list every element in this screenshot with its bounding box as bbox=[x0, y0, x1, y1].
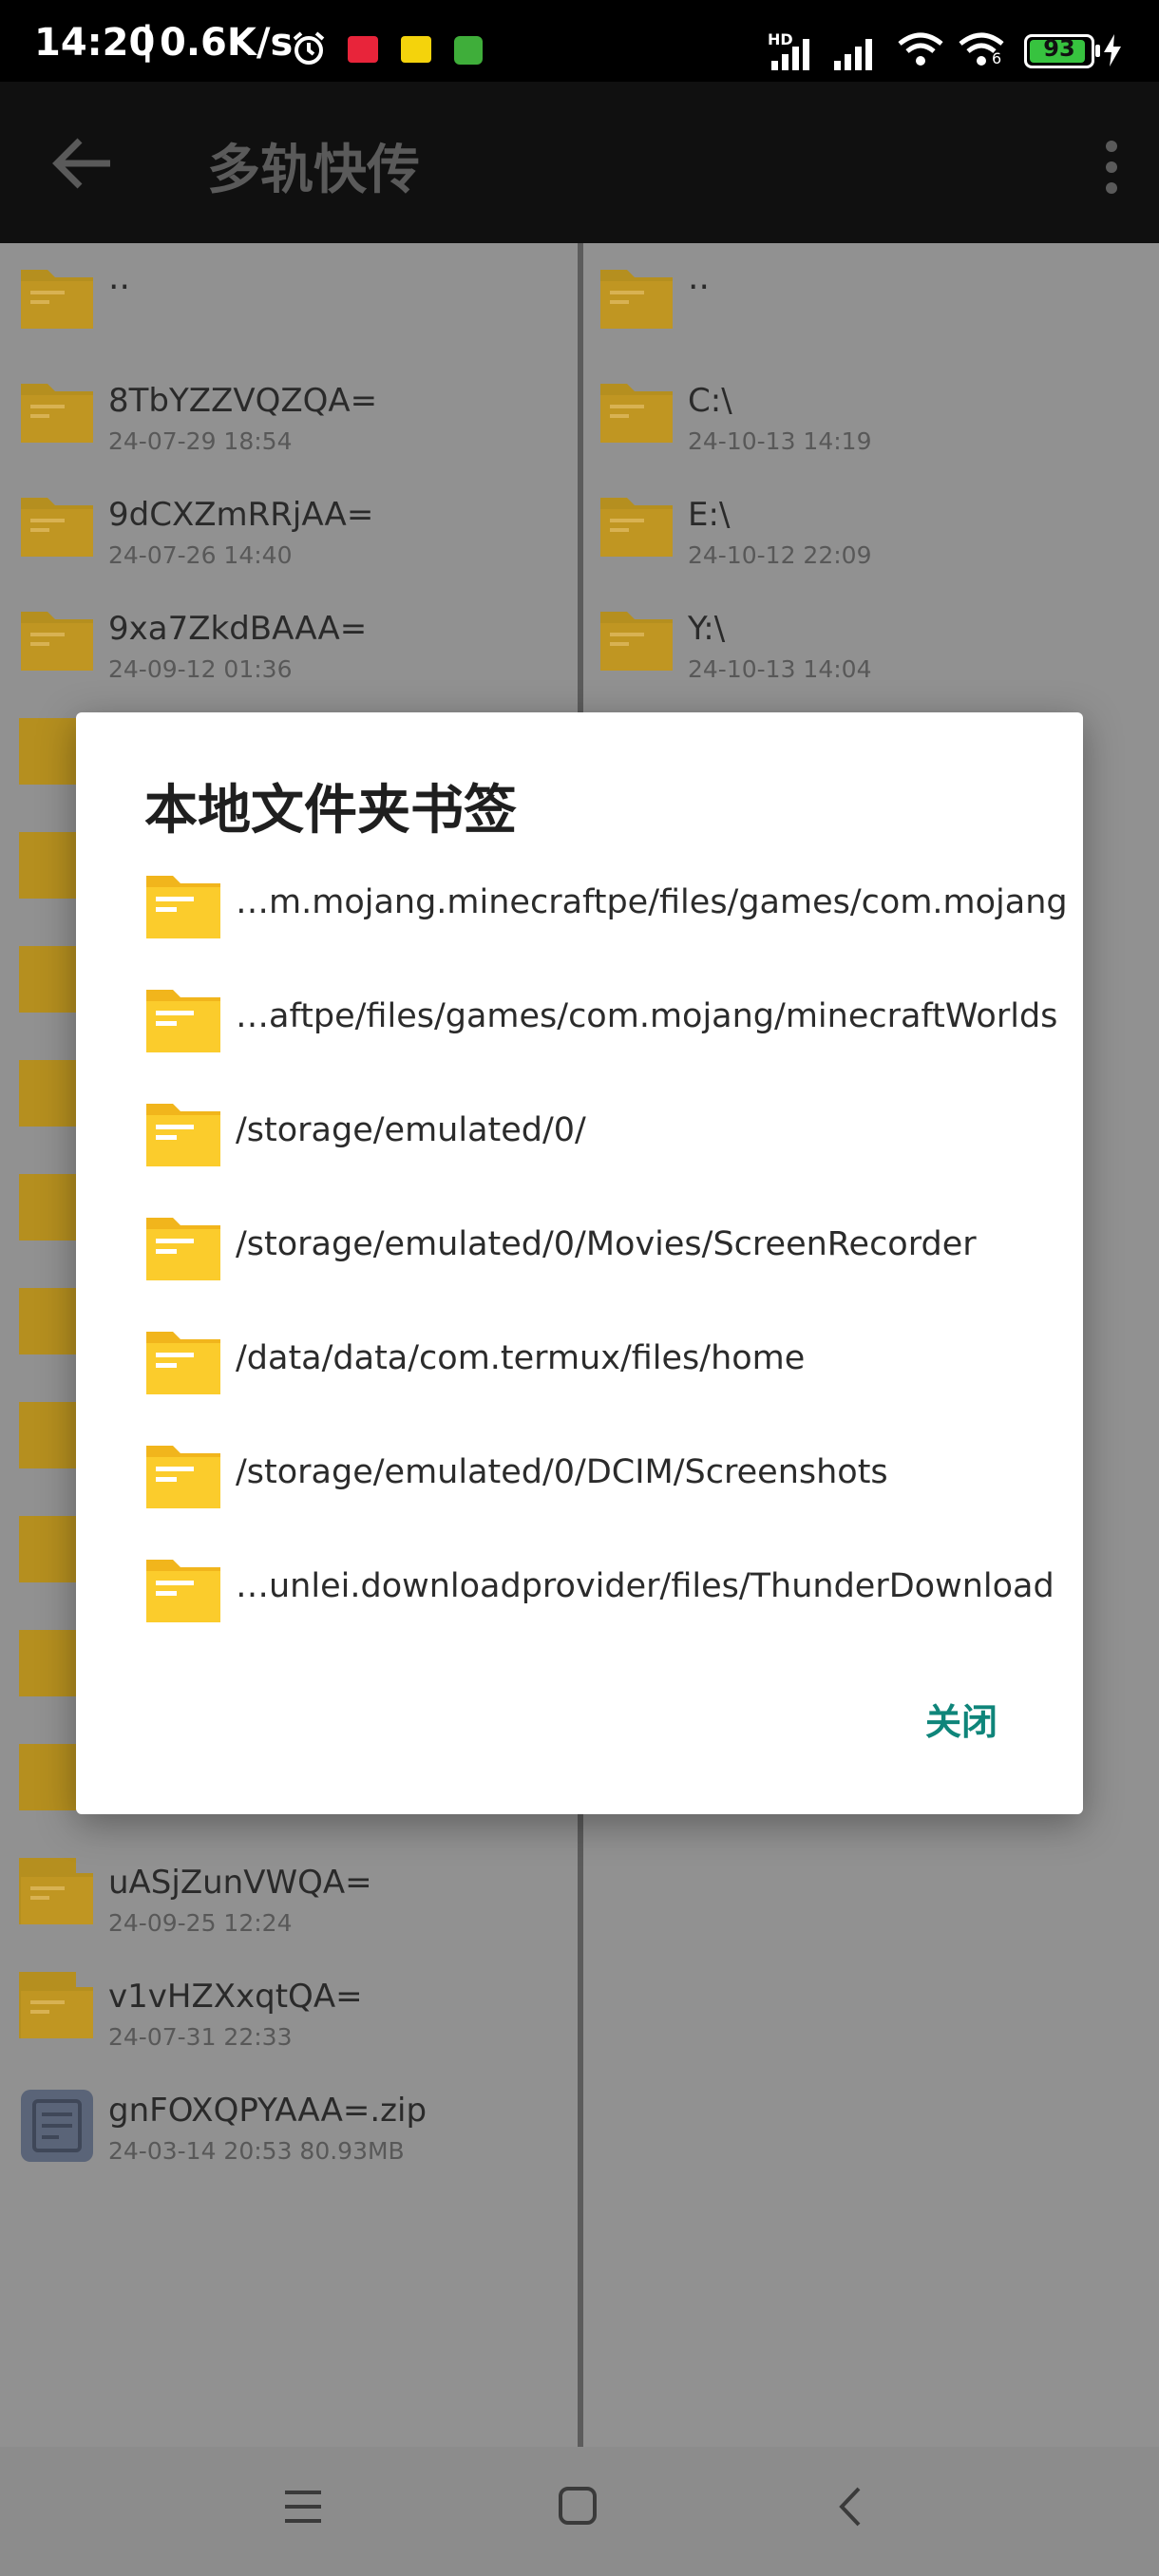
list-item[interactable]: E:\ 24-10-12 22:09 bbox=[583, 471, 1159, 585]
archive-file-icon bbox=[21, 2090, 93, 2162]
app-notification-icon-green bbox=[454, 36, 483, 65]
item-date: 24-07-31 22:33 bbox=[108, 2023, 293, 2051]
bookmark-item[interactable]: /storage/emulated/0/DCIM/Screenshots bbox=[144, 1415, 1075, 1529]
item-date: 24-09-12 01:36 bbox=[108, 655, 293, 683]
list-item-parent[interactable]: .. bbox=[583, 243, 1159, 357]
folder-icon bbox=[600, 498, 673, 557]
close-button[interactable]: 关闭 bbox=[925, 1693, 998, 1745]
list-item[interactable]: 9dCXZmRRjAA= 24-07-26 14:40 bbox=[0, 471, 578, 585]
item-name: v1vHZXxqtQA= bbox=[108, 1978, 363, 2016]
bookmark-item[interactable]: /data/data/com.termux/files/home bbox=[144, 1301, 1075, 1415]
arrow-left-icon[interactable] bbox=[48, 135, 114, 192]
dialog-title: 本地文件夹书签 bbox=[144, 780, 517, 842]
item-name: 8TbYZZVQZQA= bbox=[108, 382, 378, 420]
bookmark-item[interactable]: …unlei.downloadprovider/files/ThunderDow… bbox=[144, 1529, 1075, 1643]
folder-icon bbox=[21, 270, 93, 329]
list-item[interactable]: 9xa7ZkdBAAA= 24-09-12 01:36 bbox=[0, 585, 578, 699]
folder-icon bbox=[146, 1560, 220, 1622]
alarm-icon bbox=[293, 31, 325, 65]
folder-icon bbox=[146, 876, 220, 938]
item-date: 24-09-25 12:24 bbox=[108, 1909, 293, 1937]
back-icon[interactable] bbox=[832, 2485, 870, 2529]
app-notification-icon-red bbox=[348, 36, 378, 63]
more-vert-icon[interactable] bbox=[1102, 139, 1121, 196]
wifi-6-label: 6 bbox=[992, 49, 1002, 67]
app-notification-icon-yellow bbox=[401, 36, 431, 63]
item-date: 24-10-13 14:04 bbox=[688, 655, 872, 683]
bookmark-path: /storage/emulated/0/Movies/ScreenRecorde… bbox=[236, 1225, 977, 1263]
folder-icon bbox=[146, 990, 220, 1052]
folder-icon bbox=[146, 1218, 220, 1280]
bookmark-item[interactable]: …m.mojang.minecraftpe/files/games/com.mo… bbox=[144, 845, 1075, 959]
bookmark-path: …unlei.downloadprovider/files/ThunderDow… bbox=[236, 1567, 1054, 1605]
bookmark-path: /storage/emulated/0/DCIM/Screenshots bbox=[236, 1453, 888, 1491]
list-item[interactable]: Y:\ 24-10-13 14:04 bbox=[583, 585, 1159, 699]
list-item[interactable]: v1vHZXxqtQA= 24-07-31 22:33 bbox=[0, 1953, 578, 2067]
bookmark-item[interactable]: /storage/emulated/0/ bbox=[144, 1073, 1075, 1187]
item-name: C:\ bbox=[688, 382, 732, 420]
bookmark-item[interactable]: /storage/emulated/0/Movies/ScreenRecorde… bbox=[144, 1187, 1075, 1301]
app-bar: 多轨快传 bbox=[0, 82, 1159, 243]
item-date: 24-07-29 18:54 bbox=[108, 427, 293, 455]
battery-icon: 93 bbox=[1024, 34, 1100, 68]
home-icon[interactable] bbox=[557, 2485, 598, 2529]
list-item-parent[interactable]: .. bbox=[0, 243, 578, 357]
menu-icon[interactable] bbox=[281, 2485, 325, 2529]
folder-icon bbox=[21, 1979, 93, 2038]
bookmark-path: /storage/emulated/0/ bbox=[236, 1111, 586, 1149]
list-item-zip[interactable]: gnFOXQPYAAA=.zip 24-03-14 20:53 80.93MB bbox=[0, 2067, 578, 2181]
item-date: 24-10-13 14:19 bbox=[688, 427, 872, 455]
folder-icon bbox=[600, 270, 673, 329]
folder-icon bbox=[600, 384, 673, 443]
list-item[interactable]: C:\ 24-10-13 14:19 bbox=[583, 357, 1159, 471]
item-name: .. bbox=[108, 258, 130, 297]
folder-icon bbox=[21, 1866, 93, 1924]
signal-icon-1 bbox=[771, 39, 809, 70]
battery-level: 93 bbox=[1043, 35, 1075, 62]
charging-icon bbox=[1104, 34, 1121, 66]
status-bar: 14:20 | 0.6K/s HD 6 93 bbox=[0, 0, 1159, 82]
bookmark-item[interactable]: …aftpe/files/games/com.mojang/minecraftW… bbox=[144, 959, 1075, 1073]
app-title: 多轨快传 bbox=[207, 140, 420, 201]
list-item[interactable]: uASjZunVWQA= 24-09-25 12:24 bbox=[0, 1839, 578, 1953]
bookmark-path: /data/data/com.termux/files/home bbox=[236, 1339, 806, 1377]
item-date: 24-07-26 14:40 bbox=[108, 541, 293, 569]
wifi-icon bbox=[898, 32, 943, 66]
bookmarks-dialog: 本地文件夹书签 …m.mojang.minecraftpe/files/game… bbox=[76, 712, 1083, 1814]
item-name: Y:\ bbox=[688, 610, 726, 648]
status-time: 14:20 bbox=[34, 21, 156, 65]
folder-icon bbox=[600, 612, 673, 671]
bookmark-path: …aftpe/files/games/com.mojang/minecraftW… bbox=[236, 997, 1058, 1035]
folder-icon bbox=[21, 612, 93, 671]
item-name: 9dCXZmRRjAA= bbox=[108, 496, 374, 534]
folder-icon bbox=[21, 498, 93, 557]
item-name: .. bbox=[688, 258, 710, 297]
item-name: uASjZunVWQA= bbox=[108, 1864, 372, 1902]
folder-icon bbox=[146, 1104, 220, 1166]
system-nav-bar bbox=[0, 2447, 1159, 2576]
folder-icon bbox=[146, 1332, 220, 1394]
folder-icon bbox=[146, 1446, 220, 1508]
item-name: 9xa7ZkdBAAA= bbox=[108, 610, 368, 648]
bookmark-path: …m.mojang.minecraftpe/files/games/com.mo… bbox=[236, 883, 1068, 921]
item-name: E:\ bbox=[688, 496, 731, 534]
item-date: 24-10-12 22:09 bbox=[688, 541, 872, 569]
status-network-speed: 0.6K/s bbox=[160, 21, 294, 65]
folder-icon bbox=[21, 384, 93, 443]
item-name: gnFOXQPYAAA=.zip bbox=[108, 2092, 428, 2130]
list-item[interactable]: 8TbYZZVQZQA= 24-07-29 18:54 bbox=[0, 357, 578, 471]
item-date-size: 24-03-14 20:53 80.93MB bbox=[108, 2137, 405, 2165]
signal-icon-2 bbox=[834, 39, 872, 70]
